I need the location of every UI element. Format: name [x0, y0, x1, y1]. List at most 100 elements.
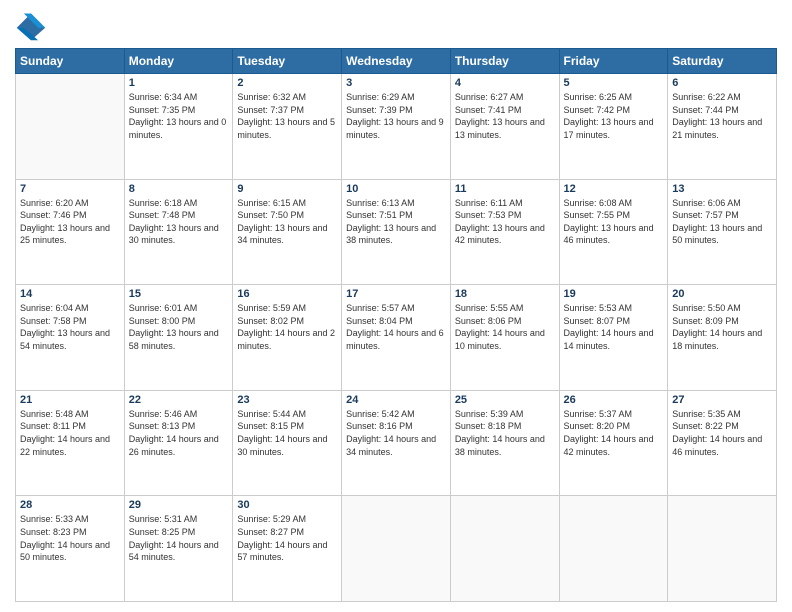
day-number: 27: [672, 394, 772, 406]
calendar-day: [342, 496, 451, 602]
calendar-week: 1 Sunrise: 6:34 AM Sunset: 7:35 PM Daylig…: [16, 74, 777, 180]
day-info: Sunrise: 6:20 AM Sunset: 7:46 PM Dayligh…: [20, 197, 120, 247]
day-info: Sunrise: 6:11 AM Sunset: 7:53 PM Dayligh…: [455, 197, 555, 247]
calendar-day: 21Sunrise: 5:48 AM Sunset: 8:11 PM Dayli…: [16, 390, 125, 496]
calendar-day: 26 Sunrise: 5:37 AM Sunset: 8:20 PM Dayli…: [559, 390, 668, 496]
calendar-day: 30 Sunrise: 5:29 AM Sunset: 8:27 PM Dayli…: [233, 496, 342, 602]
header: [15, 10, 777, 42]
day-info: Sunrise: 5:53 AM Sunset: 8:07 PM Dayligh…: [564, 302, 664, 352]
calendar-day: [559, 496, 668, 602]
day-number: 5: [564, 77, 664, 89]
calendar-day: 19Sunrise: 5:53 AM Sunset: 8:07 PM Dayli…: [559, 285, 668, 391]
calendar-day: 22 Sunrise: 5:46 AM Sunset: 8:13 PM Dayli…: [124, 390, 233, 496]
day-info: Sunrise: 6:06 AM Sunset: 7:57 PM Dayligh…: [672, 197, 772, 247]
calendar-week: 7 Sunrise: 6:20 AM Sunset: 7:46 PM Daylig…: [16, 179, 777, 285]
calendar-day: 3 Sunrise: 6:29 AM Sunset: 7:39 PM Daylig…: [342, 74, 451, 180]
day-info: Sunrise: 5:50 AM Sunset: 8:09 PM Dayligh…: [672, 302, 772, 352]
day-info: Sunrise: 6:18 AM Sunset: 7:48 PM Dayligh…: [129, 197, 229, 247]
calendar-day: [450, 496, 559, 602]
calendar-day: 5Sunrise: 6:25 AM Sunset: 7:42 PM Daylig…: [559, 74, 668, 180]
day-number: 16: [237, 288, 337, 300]
calendar-day: 1 Sunrise: 6:34 AM Sunset: 7:35 PM Daylig…: [124, 74, 233, 180]
day-number: 4: [455, 77, 555, 89]
calendar-day: 25Sunrise: 5:39 AM Sunset: 8:18 PM Dayli…: [450, 390, 559, 496]
logo-icon: [15, 10, 47, 42]
day-info: Sunrise: 6:27 AM Sunset: 7:41 PM Dayligh…: [455, 91, 555, 141]
calendar-day: 13 Sunrise: 6:06 AM Sunset: 7:57 PM Dayli…: [668, 179, 777, 285]
day-number: 11: [455, 183, 555, 195]
day-number: 30: [237, 499, 337, 511]
calendar-day: 9Sunrise: 6:15 AM Sunset: 7:50 PM Daylig…: [233, 179, 342, 285]
calendar-week: 28 Sunrise: 5:33 AM Sunset: 8:23 PM Dayli…: [16, 496, 777, 602]
calendar-week: 14 Sunrise: 6:04 AM Sunset: 7:58 PM Dayli…: [16, 285, 777, 391]
day-number: 28: [20, 499, 120, 511]
day-info: Sunrise: 5:29 AM Sunset: 8:27 PM Dayligh…: [237, 513, 337, 563]
day-info: Sunrise: 5:35 AM Sunset: 8:22 PM Dayligh…: [672, 408, 772, 458]
day-number: 15: [129, 288, 229, 300]
calendar-day: 14 Sunrise: 6:04 AM Sunset: 7:58 PM Dayli…: [16, 285, 125, 391]
day-info: Sunrise: 5:57 AM Sunset: 8:04 PM Dayligh…: [346, 302, 446, 352]
day-number: 12: [564, 183, 664, 195]
calendar-day: 23 Sunrise: 5:44 AM Sunset: 8:15 PM Dayli…: [233, 390, 342, 496]
day-info: Sunrise: 6:34 AM Sunset: 7:35 PM Dayligh…: [129, 91, 229, 141]
header-day: Saturday: [668, 49, 777, 74]
calendar-day: 10 Sunrise: 6:13 AM Sunset: 7:51 PM Dayli…: [342, 179, 451, 285]
day-info: Sunrise: 5:33 AM Sunset: 8:23 PM Dayligh…: [20, 513, 120, 563]
day-info: Sunrise: 6:04 AM Sunset: 7:58 PM Dayligh…: [20, 302, 120, 352]
calendar-day: 7 Sunrise: 6:20 AM Sunset: 7:46 PM Daylig…: [16, 179, 125, 285]
day-info: Sunrise: 6:32 AM Sunset: 7:37 PM Dayligh…: [237, 91, 337, 141]
day-info: Sunrise: 6:01 AM Sunset: 8:00 PM Dayligh…: [129, 302, 229, 352]
calendar-day: 6 Sunrise: 6:22 AM Sunset: 7:44 PM Daylig…: [668, 74, 777, 180]
day-info: Sunrise: 6:13 AM Sunset: 7:51 PM Dayligh…: [346, 197, 446, 247]
logo: [15, 10, 51, 42]
day-number: 10: [346, 183, 446, 195]
calendar-day: 17Sunrise: 5:57 AM Sunset: 8:04 PM Dayli…: [342, 285, 451, 391]
calendar-day: [668, 496, 777, 602]
calendar-day: 11 Sunrise: 6:11 AM Sunset: 7:53 PM Dayli…: [450, 179, 559, 285]
calendar-day: 18Sunrise: 5:55 AM Sunset: 8:06 PM Dayli…: [450, 285, 559, 391]
day-number: 8: [129, 183, 229, 195]
calendar-day: 28 Sunrise: 5:33 AM Sunset: 8:23 PM Dayli…: [16, 496, 125, 602]
day-info: Sunrise: 5:59 AM Sunset: 8:02 PM Dayligh…: [237, 302, 337, 352]
day-number: 3: [346, 77, 446, 89]
header-row: SundayMondayTuesdayWednesdayThursdayFrid…: [16, 49, 777, 74]
day-number: 7: [20, 183, 120, 195]
day-number: 14: [20, 288, 120, 300]
day-number: 6: [672, 77, 772, 89]
calendar-day: 27 Sunrise: 5:35 AM Sunset: 8:22 PM Dayli…: [668, 390, 777, 496]
day-number: 22: [129, 394, 229, 406]
calendar-day: 2 Sunrise: 6:32 AM Sunset: 7:37 PM Daylig…: [233, 74, 342, 180]
day-info: Sunrise: 5:55 AM Sunset: 8:06 PM Dayligh…: [455, 302, 555, 352]
calendar-day: 15 Sunrise: 6:01 AM Sunset: 8:00 PM Dayli…: [124, 285, 233, 391]
day-number: 1: [129, 77, 229, 89]
day-number: 21: [20, 394, 120, 406]
day-info: Sunrise: 6:29 AM Sunset: 7:39 PM Dayligh…: [346, 91, 446, 141]
calendar-day: 4 Sunrise: 6:27 AM Sunset: 7:41 PM Daylig…: [450, 74, 559, 180]
calendar-day: 8 Sunrise: 6:18 AM Sunset: 7:48 PM Daylig…: [124, 179, 233, 285]
day-info: Sunrise: 5:31 AM Sunset: 8:25 PM Dayligh…: [129, 513, 229, 563]
day-number: 24: [346, 394, 446, 406]
day-number: 23: [237, 394, 337, 406]
day-info: Sunrise: 6:08 AM Sunset: 7:55 PM Dayligh…: [564, 197, 664, 247]
day-info: Sunrise: 5:37 AM Sunset: 8:20 PM Dayligh…: [564, 408, 664, 458]
calendar-day: 20Sunrise: 5:50 AM Sunset: 8:09 PM Dayli…: [668, 285, 777, 391]
calendar: SundayMondayTuesdayWednesdayThursdayFrid…: [15, 48, 777, 602]
day-info: Sunrise: 5:46 AM Sunset: 8:13 PM Dayligh…: [129, 408, 229, 458]
day-info: Sunrise: 6:22 AM Sunset: 7:44 PM Dayligh…: [672, 91, 772, 141]
day-info: Sunrise: 5:42 AM Sunset: 8:16 PM Dayligh…: [346, 408, 446, 458]
day-number: 26: [564, 394, 664, 406]
day-number: 13: [672, 183, 772, 195]
calendar-week: 21Sunrise: 5:48 AM Sunset: 8:11 PM Dayli…: [16, 390, 777, 496]
header-day: Sunday: [16, 49, 125, 74]
header-day: Friday: [559, 49, 668, 74]
day-number: 2: [237, 77, 337, 89]
calendar-day: 12 Sunrise: 6:08 AM Sunset: 7:55 PM Dayli…: [559, 179, 668, 285]
calendar-day: 29 Sunrise: 5:31 AM Sunset: 8:25 PM Dayli…: [124, 496, 233, 602]
day-number: 25: [455, 394, 555, 406]
calendar-day: 16 Sunrise: 5:59 AM Sunset: 8:02 PM Dayli…: [233, 285, 342, 391]
calendar-body: 1 Sunrise: 6:34 AM Sunset: 7:35 PM Daylig…: [16, 74, 777, 602]
day-number: 9: [237, 183, 337, 195]
day-info: Sunrise: 5:44 AM Sunset: 8:15 PM Dayligh…: [237, 408, 337, 458]
header-day: Monday: [124, 49, 233, 74]
day-number: 29: [129, 499, 229, 511]
